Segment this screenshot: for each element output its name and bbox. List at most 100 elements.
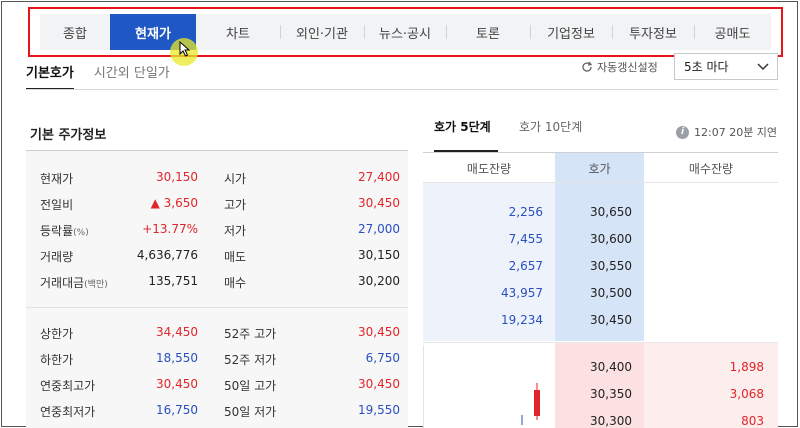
info-label-text: 현재가 [40,172,74,186]
tab-overview[interactable]: 종합 [40,14,110,50]
tab-news-disclosure[interactable]: 뉴스·공시 [364,14,446,50]
info-label: 매도 [224,250,247,264]
info-value: 34,450 [156,325,198,339]
tab-label: 공매도 [714,26,751,42]
subtab-after-hours[interactable]: 시간외 단일가 [94,60,170,90]
info-value: 30,150 [156,170,198,184]
candle-body [534,390,540,416]
info-value: 16,750 [156,403,198,417]
info-value: 30,450 [358,325,400,339]
bid-volume: 1,898 [729,360,764,374]
bid-price: 30,400 [590,360,632,374]
info-value: 18,550 [156,351,198,365]
info-label-text: 연중최저가 [40,405,96,419]
info-label-unit: (%) [73,228,89,238]
info-value: 19,550 [358,403,400,417]
info-value: 135,751 [148,274,198,288]
refresh-icon [582,61,593,72]
divider [26,307,408,308]
tab-chart[interactable]: 차트 [196,14,280,50]
info-value: 30,200 [358,274,400,288]
info-label: 52주 저가 [224,353,277,367]
info-value: 30,150 [358,248,400,262]
info-value: 27,400 [358,170,400,184]
info-label-text: 전일비 [40,198,74,212]
info-label: 52주 고가 [224,327,277,341]
basic-price-info-title: 기본 주가정보 [30,128,107,143]
ask-price: 30,600 [590,232,632,246]
info-label-text: 거래대금 [40,276,85,290]
ask-volume: 7,455 [508,232,543,246]
header-price: 호가 [588,162,611,176]
info-label: 50일 저가 [224,405,277,419]
info-value: +13.77% [142,222,198,236]
bid-volume: 3,068 [729,387,764,401]
info-label: 연중최저가 [40,403,95,420]
tab-quote-10-levels[interactable]: 호가 10단계 [519,118,589,152]
info-label: 저가 [224,224,247,238]
refresh-interval-select[interactable]: 5초 마다 [674,53,778,80]
tab-label: 기업정보 [547,26,595,42]
refresh-interval-value: 5초 마다 [684,60,729,74]
header-sell-volume: 매도잔량 [466,162,512,176]
tab-quote-5-levels[interactable]: 호가 5단계 [434,118,498,152]
info-value: 30,450 [358,377,400,391]
info-label: 50일 고가 [224,379,277,393]
bid-volume: 803 [741,414,764,428]
auto-refresh-setting[interactable]: 자동갱신설정 [581,59,658,75]
delay-notice: i 12:07 20분 지연 [676,124,777,140]
tab-discussion[interactable]: 토론 [446,14,530,50]
info-label-text: 하한가 [40,353,74,367]
bid-price: 30,350 [590,387,632,401]
candle-chart-svg [521,383,540,425]
info-value: 30,450 [156,377,198,391]
info-label: 전일비 [40,196,73,213]
info-value: 6,750 [365,351,400,365]
info-value: ▲ 3,650 [150,196,198,210]
mouse-pointer-icon [179,41,190,57]
tab-short-selling[interactable]: 공매도 [694,14,771,50]
ask-volume: 2,256 [508,205,543,219]
info-label: 거래량 [40,248,73,265]
auto-refresh-label: 자동갱신설정 [597,61,658,74]
subtab-basic-quote[interactable]: 기본호가 [26,60,74,90]
tab-label: 토론 [476,26,500,42]
ask-volume: 2,657 [508,259,543,273]
info-label-text: 연중최고가 [40,379,96,393]
header-buy-volume: 매수잔량 [688,162,734,176]
main-tab-bar-inner: 종합 현재가 차트 외인·기관 뉴스·공시 토론 기업정보 투자정보 공매도 [40,14,771,50]
tab-label: 외인·기관 [296,26,348,42]
divider [26,89,778,90]
tab-label: 뉴스·공시 [379,26,431,42]
tab-label: 차트 [226,26,250,42]
info-label: 등락률(%) [40,222,89,239]
ask-volume: 43,957 [501,286,543,300]
tab-label: 투자정보 [629,26,677,42]
info-label-text: 상한가 [40,327,74,341]
info-label: 고가 [224,198,247,212]
info-value: 4,636,776 [136,248,198,262]
info-label: 하한가 [40,351,73,368]
ask-buy-empty-column [644,183,778,341]
info-label-unit: (백만) [84,280,108,290]
sub-tab-bar: 기본호가 시간외 단일가 [26,60,190,90]
tab-label: 종합 [63,26,87,42]
mini-candle-chart [423,345,555,428]
info-label-text: 등락률 [40,224,74,238]
info-icon[interactable]: i [676,125,689,139]
tab-investment-info[interactable]: 투자정보 [612,14,694,50]
info-label-text: 거래량 [40,250,74,264]
info-label: 시가 [224,172,247,186]
ask-price: 30,500 [590,286,632,300]
info-value: 27,000 [358,222,400,236]
ask-volume: 19,234 [501,313,543,327]
info-label: 상한가 [40,325,73,342]
main-tab-bar: 종합 현재가 차트 외인·기관 뉴스·공시 토론 기업정보 투자정보 공매도 [28,7,783,57]
tab-company-info[interactable]: 기업정보 [530,14,612,50]
info-label: 연중최고가 [40,377,95,394]
tab-foreign-institution[interactable]: 외인·기관 [280,14,364,50]
info-label: 거래대금(백만) [40,274,108,291]
ask-price: 30,650 [590,205,632,219]
chevron-down-icon [757,63,769,71]
delay-text: 12:07 20분 지연 [694,126,778,139]
